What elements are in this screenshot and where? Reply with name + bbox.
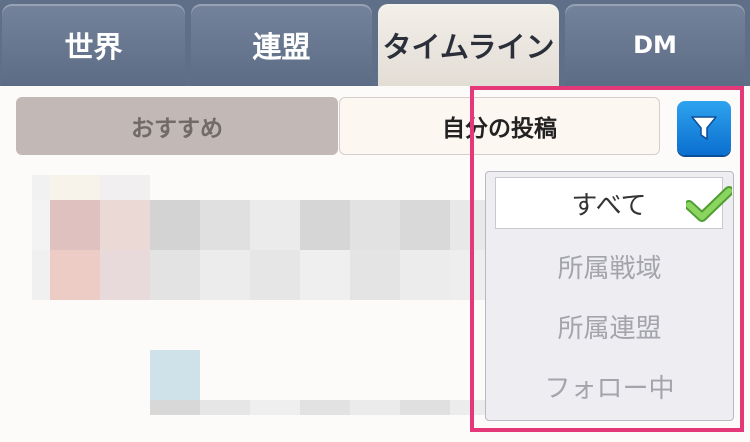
funnel-icon (691, 116, 717, 140)
filter-option-theater-label: 所属戦域 (557, 253, 662, 284)
tab-world[interactable]: 世界 (2, 4, 185, 86)
tab-alliance-label: 連盟 (252, 30, 311, 64)
tab-bar: 世界 連盟 タイムライン DM (0, 0, 750, 86)
filter-option-theater[interactable]: 所属戦域 (486, 240, 733, 292)
tab-world-label: 世界 (64, 30, 123, 64)
tab-timeline[interactable]: タイムライン (378, 4, 559, 86)
filter-option-all-label: すべて (571, 190, 647, 221)
tab-dm-label: DM (633, 31, 677, 59)
filter-button[interactable] (677, 101, 731, 155)
tab-alliance[interactable]: 連盟 (191, 4, 372, 86)
subtab-my-posts-label: 自分の投稿 (442, 116, 557, 142)
filter-option-following-label: フォロー中 (544, 373, 675, 404)
filter-option-alliance-label: 所属連盟 (557, 313, 662, 344)
filter-option-alliance[interactable]: 所属連盟 (486, 300, 733, 352)
subtab-my-posts[interactable]: 自分の投稿 (339, 97, 660, 155)
subtab-recommended[interactable]: おすすめ (16, 97, 338, 155)
tab-timeline-label: タイムライン (382, 30, 555, 64)
filter-option-following[interactable]: フォロー中 (486, 360, 733, 412)
subtab-recommended-label: おすすめ (131, 116, 223, 142)
tab-dm[interactable]: DM (565, 4, 745, 86)
checkmark-icon (686, 186, 732, 222)
